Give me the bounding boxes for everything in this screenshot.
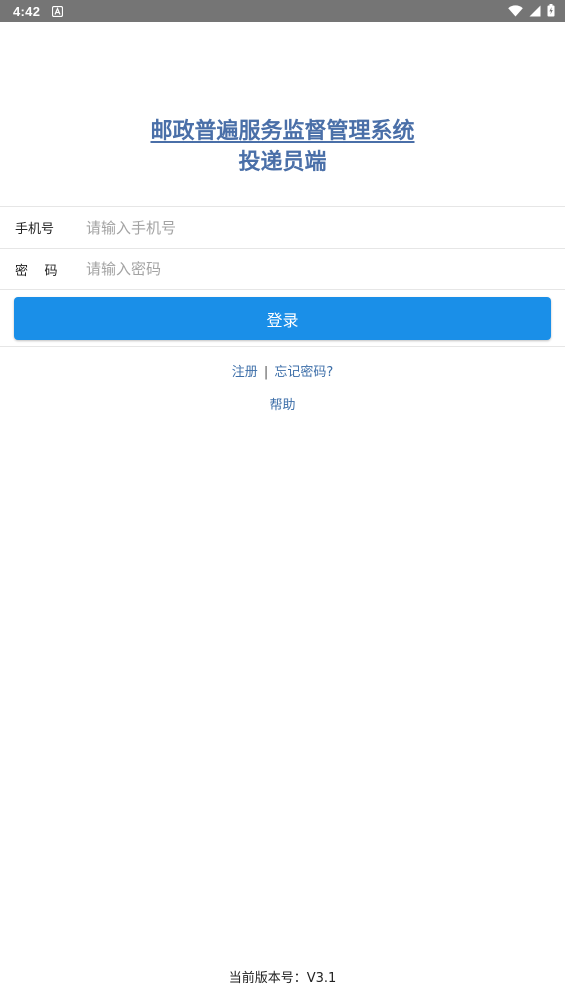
version-label: 当前版本号：V3.1 [228,971,337,986]
account-links: 注册 | 忘记密码? [0,361,565,380]
password-label: 密 码 [15,263,58,279]
login-area: 登录 [0,291,565,347]
password-input[interactable] [86,254,565,284]
forgot-password-link[interactable]: 忘记密码? [274,365,333,380]
header: 邮政普遍服务监督管理系统 投递员端 [0,116,565,178]
status-time: 4:42 [13,3,41,19]
password-row: 密 码 [0,248,565,290]
help-link[interactable]: 帮助 [269,398,295,413]
app-title: 邮政普遍服务监督管理系统 [150,119,415,144]
status-bar: 4:42 [0,0,565,22]
help-row: 帮助 [0,394,565,413]
signal-icon [529,2,541,21]
login-button[interactable]: 登录 [14,297,551,340]
phone-row: 手机号 [0,206,565,248]
battery-icon [547,2,555,21]
app-subtitle: 投递员端 [238,150,327,175]
link-separator: | [263,365,269,380]
status-left: 4:42 [13,2,64,21]
phone-input[interactable] [86,212,565,243]
register-link[interactable]: 注册 [232,365,258,380]
login-form: 手机号 密 码 [0,206,565,290]
a-letter-icon [52,2,64,21]
status-right [508,2,555,21]
wifi-icon [508,2,523,21]
phone-label: 手机号 [15,222,55,237]
